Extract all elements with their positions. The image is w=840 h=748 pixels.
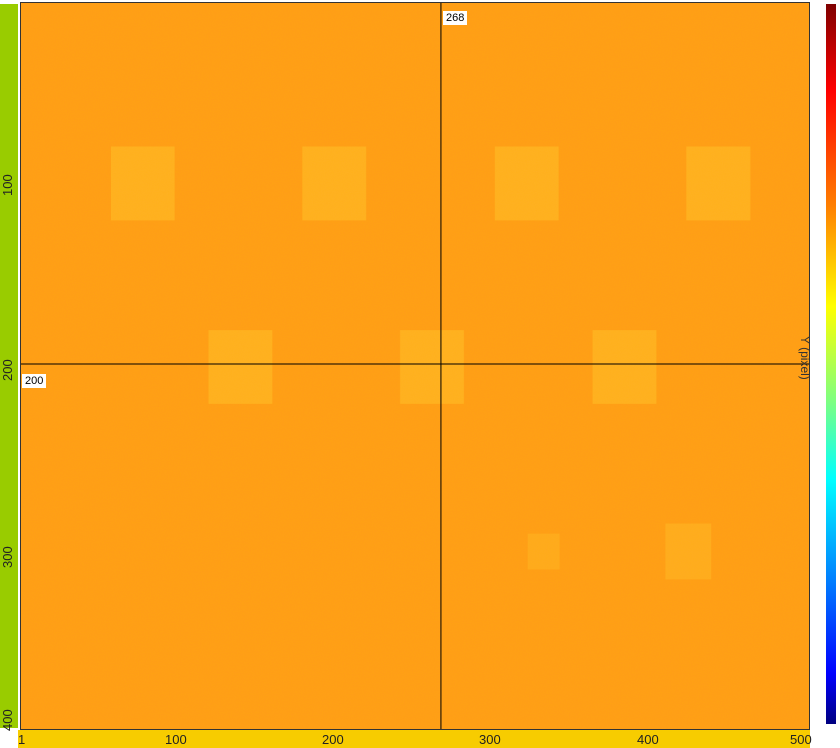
image-canvas[interactable] [20, 2, 810, 730]
x-tick-label: 100 [165, 732, 187, 747]
y-tick-label: 100 [0, 174, 15, 196]
x-tick-label: 1 [18, 732, 26, 747]
x-tick-label: 500 [790, 732, 812, 747]
y-tick-label: 300 [0, 546, 15, 568]
y-axis-strip: 100 200 300 400 [0, 4, 18, 731]
x-tick-label: 300 [479, 732, 501, 747]
x-axis-strip: 1 100 200 300 400 500 [18, 730, 812, 748]
y-tick-label: 200 [0, 359, 15, 381]
x-tick-label: 400 [637, 732, 659, 747]
image-plot[interactable] [21, 3, 809, 729]
x-tick-label: 200 [322, 732, 344, 747]
image-viewer: 100 200 300 400 268 200 1 100 200 300 40… [0, 0, 840, 748]
crosshair-y-readout: 200 [22, 374, 47, 388]
colorbar [826, 4, 836, 724]
noise-overlay [21, 3, 809, 729]
colorbar-title: Y (pixel) [798, 336, 812, 380]
y-tick-label: 400 [0, 709, 15, 731]
crosshair-x-readout: 268 [443, 11, 468, 25]
